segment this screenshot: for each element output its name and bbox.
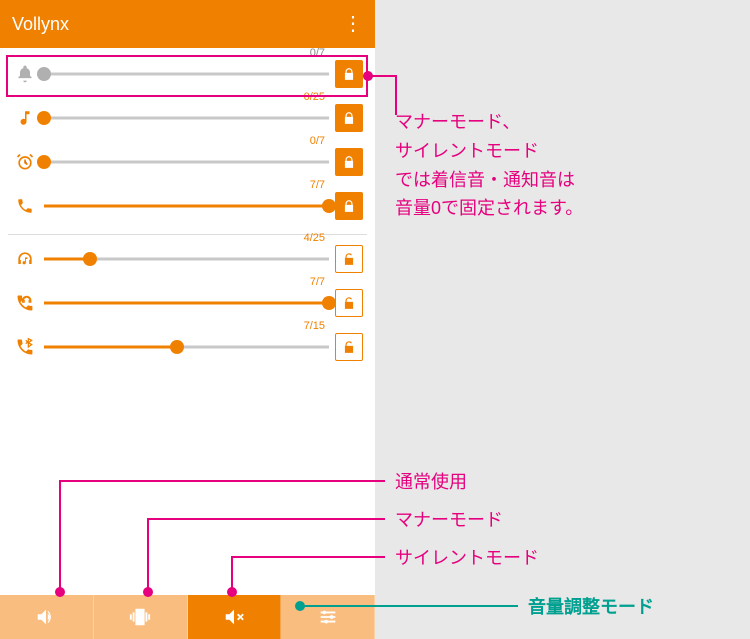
app-header: Vollynx ⋮	[0, 0, 375, 48]
slider-value-label: 0/7	[310, 48, 325, 59]
annotation-top: マナーモード、 サイレントモード では着信音・通知音は 音量0で固定されます。	[395, 108, 583, 223]
slider-value-label: 4/25	[304, 232, 325, 244]
callout-dot	[55, 587, 65, 597]
lock-button[interactable]	[335, 192, 363, 220]
annotation-normal: 通常使用	[395, 468, 467, 497]
bell-icon	[12, 61, 38, 87]
app-title: Vollynx	[12, 14, 69, 35]
phone-bt-icon	[12, 334, 38, 360]
unlock-button[interactable]	[335, 333, 363, 361]
unlock-button[interactable]	[335, 289, 363, 317]
annotation-silent: サイレントモード	[395, 544, 539, 573]
bottom-nav	[0, 595, 375, 639]
slider-media[interactable]: 0/25	[44, 105, 329, 131]
nav-manner[interactable]	[94, 595, 188, 639]
slider-alarm[interactable]: 0/7	[44, 149, 329, 175]
phone-icon	[12, 193, 38, 219]
slider-row-call: 7/7	[8, 186, 367, 230]
annotation-adjust: 音量調整モード	[528, 593, 654, 622]
unlock-button[interactable]	[335, 245, 363, 273]
callout-dot	[227, 587, 237, 597]
menu-icon[interactable]: ⋮	[343, 14, 363, 34]
slider-value-label: 0/25	[304, 91, 325, 103]
slider-value-label: 7/7	[310, 179, 325, 191]
slider-value-label: 7/7	[310, 276, 325, 288]
callout-dot	[143, 587, 153, 597]
app-screen: Vollynx ⋮ 0/7 0/25 0/7 7/7 4/25 7/7 7/15	[0, 0, 375, 639]
lock-button[interactable]	[335, 104, 363, 132]
slider-row-bt-call: 7/15	[8, 327, 367, 371]
nav-silent[interactable]	[188, 595, 282, 639]
slider-ring[interactable]: 0/7	[44, 61, 329, 87]
note-icon	[12, 105, 38, 131]
annotation-manner: マナーモード	[395, 506, 503, 535]
slider-value-label: 7/15	[304, 320, 325, 332]
speaker-icon	[35, 606, 57, 628]
slider-bt-call[interactable]: 7/15	[44, 334, 329, 360]
sliders-icon	[317, 606, 339, 628]
slider-value-label: 0/7	[310, 135, 325, 147]
headphone-note-icon	[12, 246, 38, 272]
slider-hp-media[interactable]: 4/25	[44, 246, 329, 272]
slider-list: 0/7 0/25 0/7 7/7 4/25 7/7 7/15	[0, 48, 375, 639]
callout-dot	[363, 71, 373, 81]
mute-icon	[223, 606, 245, 628]
vibrate-icon	[129, 606, 151, 628]
slider-hp-call[interactable]: 7/7	[44, 290, 329, 316]
lock-button[interactable]	[335, 148, 363, 176]
phone-headphone-icon	[12, 290, 38, 316]
slider-call[interactable]: 7/7	[44, 193, 329, 219]
lock-button[interactable]	[335, 60, 363, 88]
callout-dot	[295, 601, 305, 611]
nav-normal[interactable]	[0, 595, 94, 639]
clock-icon	[12, 149, 38, 175]
nav-adjust[interactable]	[281, 595, 375, 639]
